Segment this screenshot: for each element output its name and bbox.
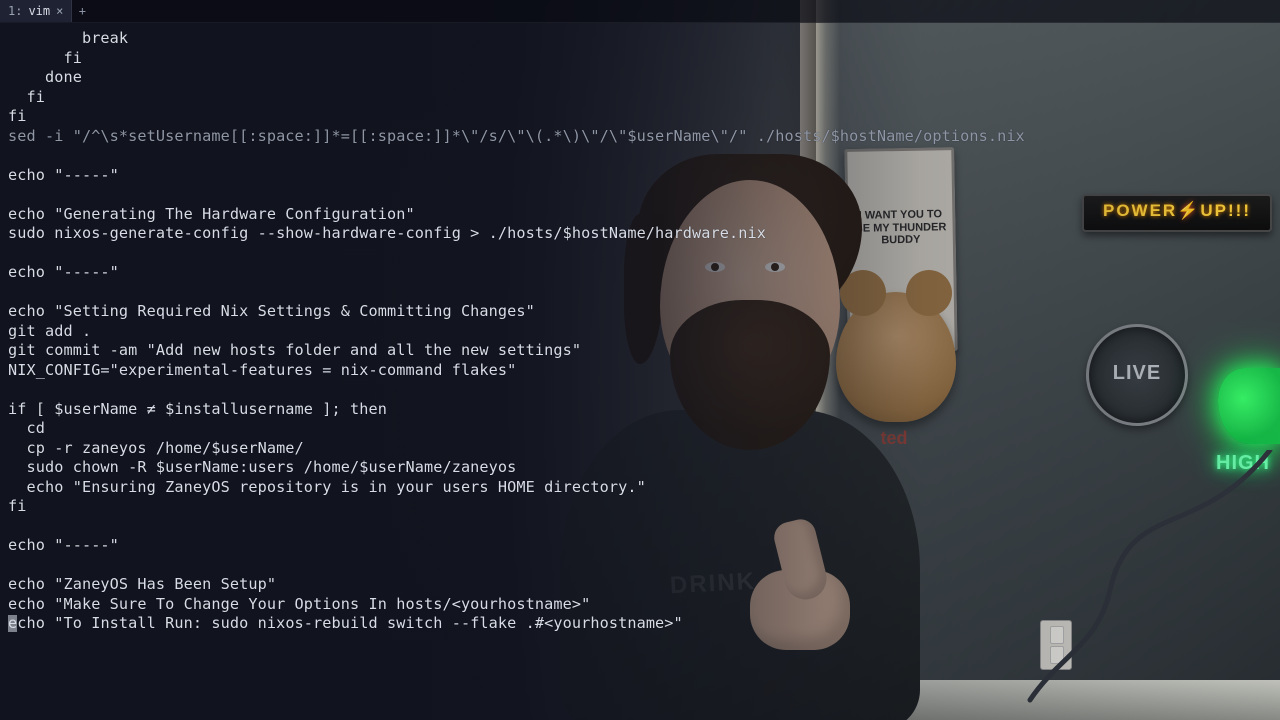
code-line: [8, 244, 1272, 264]
code-line: break: [8, 29, 1272, 49]
code-line: echo "Setting Required Nix Settings & Co…: [8, 302, 1272, 322]
code-line: echo "Generating The Hardware Configurat…: [8, 205, 1272, 225]
new-tab-button[interactable]: +: [72, 0, 92, 22]
tab-vim[interactable]: 1: vim ×: [0, 0, 72, 22]
code-line: echo "-----": [8, 166, 1272, 186]
code-line: git add .: [8, 322, 1272, 342]
code-line: [8, 380, 1272, 400]
code-line: NIX_CONFIG="experimental-features = nix-…: [8, 361, 1272, 381]
code-line: echo "ZaneyOS Has Been Setup": [8, 575, 1272, 595]
code-line: cd: [8, 419, 1272, 439]
code-line: echo "Make Sure To Change Your Options I…: [8, 595, 1272, 615]
terminal-window: 1: vim × + break fi done fifised -i "/^\…: [0, 0, 1280, 720]
code-line: git commit -am "Add new hosts folder and…: [8, 341, 1272, 361]
code-line: sed -i "/^\s*setUsername[[:space:]]*=[[:…: [8, 127, 1272, 147]
code-line: if [ $userName ≠ $installusername ]; the…: [8, 400, 1272, 420]
code-line: [8, 146, 1272, 166]
code-line: [8, 283, 1272, 303]
cursor-block: e: [8, 614, 17, 632]
code-line: fi: [8, 88, 1272, 108]
code-line: echo "-----": [8, 263, 1272, 283]
code-line: cp -r zaneyos /home/$userName/: [8, 439, 1272, 459]
tab-title: vim: [28, 4, 50, 18]
code-line: sudo chown -R $userName:users /home/$use…: [8, 458, 1272, 478]
code-line: [8, 517, 1272, 537]
editor-viewport[interactable]: break fi done fifised -i "/^\s*setUserna…: [0, 23, 1280, 634]
code-line: echo "Ensuring ZaneyOS repository is in …: [8, 478, 1272, 498]
code-line: sudo nixos-generate-config --show-hardwa…: [8, 224, 1272, 244]
code-line: echo "To Install Run: sudo nixos-rebuild…: [8, 614, 1272, 634]
code-line: fi: [8, 497, 1272, 517]
code-line: [8, 185, 1272, 205]
tab-bar: 1: vim × +: [0, 0, 1280, 23]
code-line: echo "-----": [8, 536, 1272, 556]
code-line: done: [8, 68, 1272, 88]
close-icon[interactable]: ×: [56, 5, 63, 17]
code-line: fi: [8, 107, 1272, 127]
code-line: [8, 556, 1272, 576]
code-line: fi: [8, 49, 1272, 69]
tab-index: 1:: [8, 4, 22, 18]
